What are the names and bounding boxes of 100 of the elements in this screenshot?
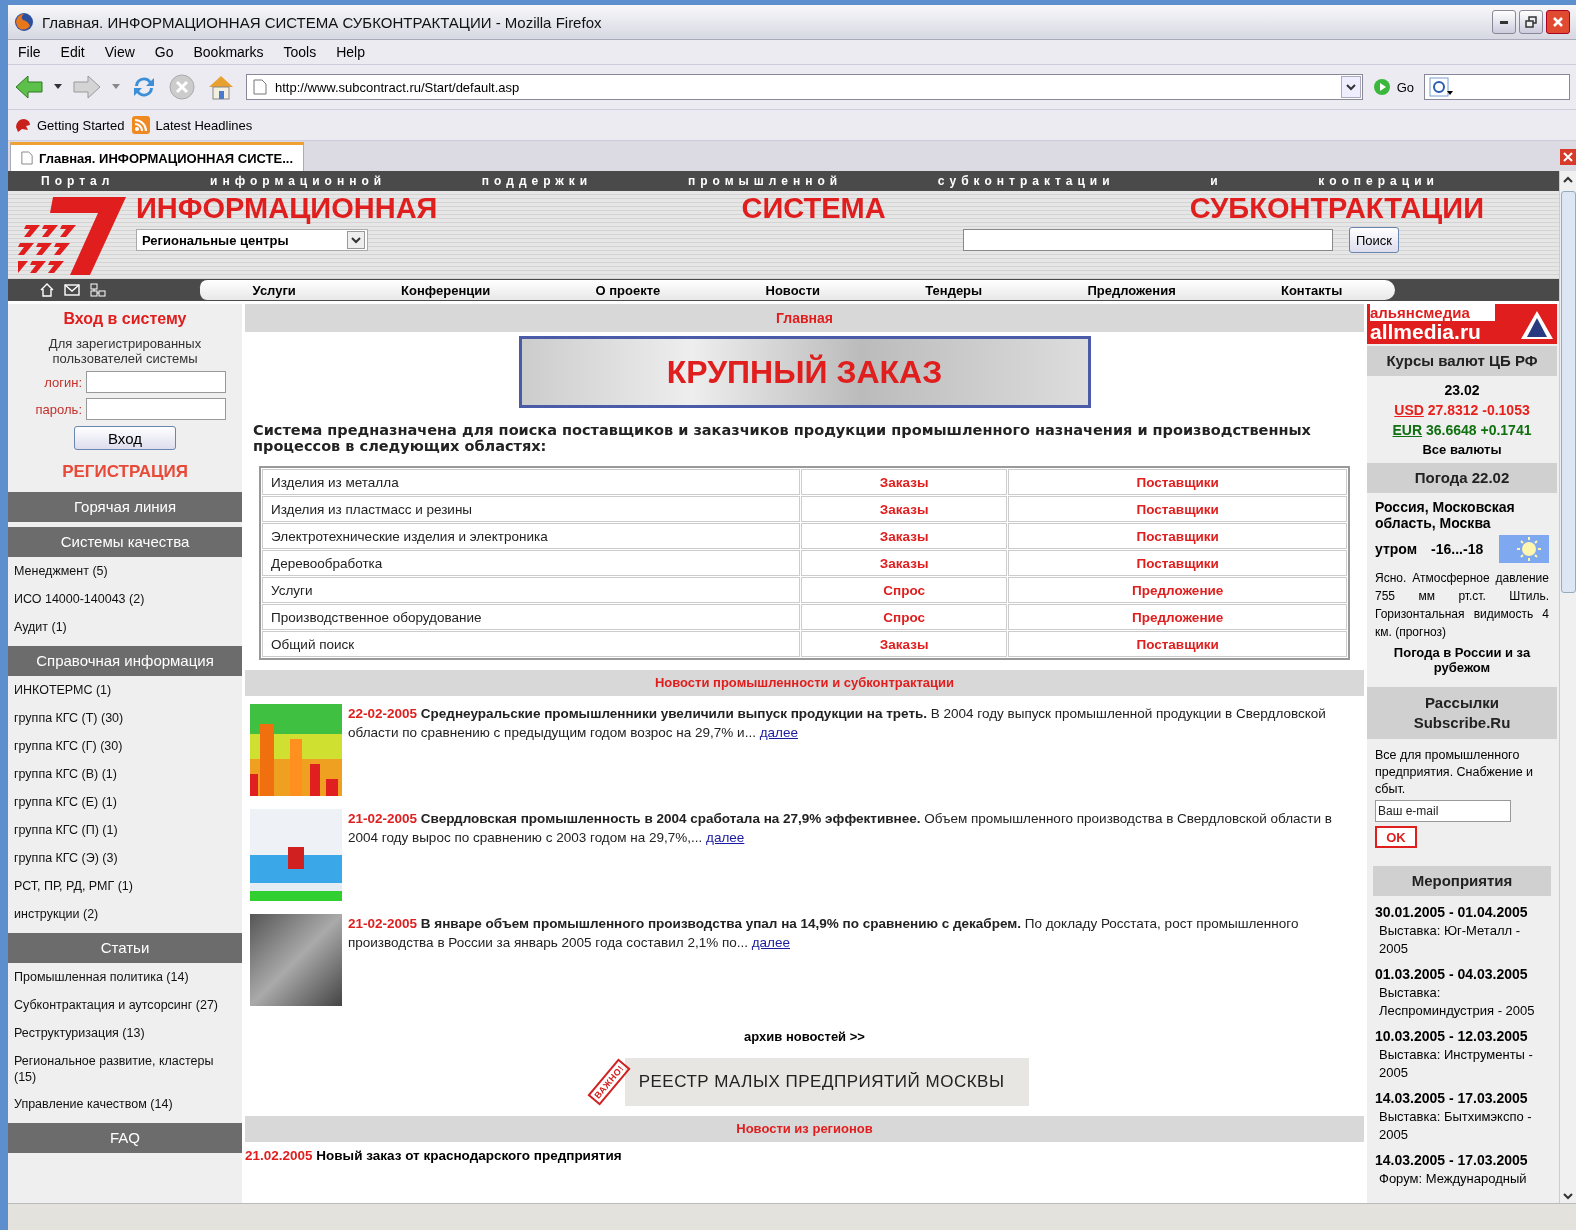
sidebar-link[interactable]: группа КГС (П) (1) — [8, 816, 242, 844]
scroll-thumb[interactable] — [1560, 191, 1576, 593]
sidebar-heading[interactable]: Статьи — [8, 933, 242, 963]
table-cell: Услуги — [262, 577, 800, 603]
table-link[interactable]: Заказы — [801, 496, 1008, 522]
forward-arrow-icon[interactable] — [72, 74, 102, 100]
nav-link[interactable]: Конференции — [401, 282, 491, 298]
event-text[interactable]: Выставка: Юг-Металл - 2005 — [1367, 920, 1557, 964]
menu-item[interactable]: Help — [336, 44, 365, 60]
region-select[interactable]: Региональные центры — [136, 229, 368, 251]
panel-heading: Курсы валют ЦБ РФ — [1367, 346, 1557, 376]
menu-item[interactable]: Edit — [60, 44, 85, 60]
weather-link[interactable]: Погода в России и за рубежом — [1375, 645, 1549, 675]
dropdown-button[interactable] — [1340, 76, 1361, 98]
menu-item[interactable]: View — [104, 44, 135, 60]
currency-rate[interactable]: EUR 36.6648 +0.1741 — [1367, 422, 1557, 438]
sidebar-link[interactable]: группа КГС (Г) (30) — [8, 732, 242, 760]
sidebar-link[interactable]: ИСО 14000-140043 (2) — [8, 585, 242, 613]
restore-button[interactable] — [1519, 10, 1543, 34]
tagline-word: информационной — [210, 174, 387, 188]
sidebar-link[interactable]: РСТ, ПР, РД, РМГ (1) — [8, 872, 242, 900]
sidebar-heading[interactable]: Справочная информация — [8, 646, 242, 676]
close-icon — [1552, 16, 1564, 28]
sidebar-heading[interactable]: Горячая линия — [8, 492, 242, 522]
search-button[interactable]: Поиск — [1348, 227, 1399, 253]
sidebar-link[interactable]: инструкции (2) — [8, 900, 242, 928]
login-button[interactable]: Вход — [74, 426, 176, 450]
table-link[interactable]: Спрос — [801, 577, 1008, 603]
table-link[interactable]: Заказы — [801, 631, 1008, 657]
sitemap-icon[interactable] — [90, 283, 106, 297]
event-text[interactable]: Выставка: Леспроминдустрия - 2005 — [1367, 982, 1557, 1026]
minimize-button[interactable] — [1492, 10, 1516, 34]
table-link[interactable]: Предложение — [1008, 604, 1347, 630]
back-arrow-icon[interactable] — [14, 74, 44, 100]
bookmark-link[interactable]: Latest Headlines — [132, 116, 253, 134]
search-field[interactable] — [1424, 74, 1570, 100]
table-link[interactable]: Заказы — [801, 523, 1008, 549]
caret-icon[interactable] — [54, 84, 62, 90]
table-link[interactable]: Предложение — [1008, 577, 1347, 603]
menu-item[interactable]: Tools — [283, 44, 317, 60]
sidebar-link[interactable]: Субконтрактация и аутсорсинг (27) — [8, 991, 242, 1019]
email-field[interactable]: Ваш e-mail — [1375, 800, 1511, 822]
stop-icon[interactable] — [168, 73, 196, 101]
weather-time: утром — [1375, 541, 1418, 557]
sidebar-link[interactable]: Аудит (1) — [8, 613, 242, 641]
password-field[interactable] — [86, 398, 226, 420]
nav-link[interactable]: О проекте — [595, 282, 661, 298]
sidebar-link[interactable]: группа КГС (Э) (3) — [8, 844, 242, 872]
sidebar-heading[interactable]: FAQ — [8, 1123, 242, 1153]
banner-ad[interactable]: КРУПНЫЙ ЗАКАЗ — [518, 336, 1091, 408]
sidebar-link[interactable]: Управление качеством (14) — [8, 1090, 242, 1118]
go-button[interactable]: Go — [1372, 78, 1414, 96]
region-news-item[interactable]: 21.02.2005 Новый заказ от краснодарского предприятия — [245, 1148, 1364, 1163]
event-text[interactable]: Выставка: Инструменты - 2005 — [1367, 1044, 1557, 1088]
more-link[interactable]: далее — [706, 830, 745, 845]
ok-button[interactable]: OK — [1375, 826, 1417, 848]
bookmark-link[interactable]: Getting Started — [14, 117, 125, 133]
menu-item[interactable]: Bookmarks — [193, 44, 264, 60]
sidebar-link[interactable]: ИНКОТЕРМС (1) — [8, 676, 242, 704]
table-link[interactable]: Поставщики — [1008, 550, 1347, 576]
scrollbar[interactable] — [1559, 171, 1576, 1203]
table-link[interactable]: Заказы — [801, 550, 1008, 576]
more-link[interactable]: далее — [751, 935, 790, 950]
more-link[interactable]: далее — [759, 725, 798, 740]
allmedia-logo[interactable]: альянсмедиа allmedia.ru — [1367, 304, 1557, 344]
sidebar-link[interactable]: Менеджмент (5) — [8, 557, 242, 585]
archive-link[interactable]: архив новостей >> — [245, 1029, 1364, 1044]
menu-item[interactable]: Go — [154, 44, 174, 60]
close-button[interactable] — [1546, 10, 1570, 34]
sidebar-heading[interactable]: Системы качества — [8, 527, 242, 557]
sidebar-link[interactable]: группа КГС (В) (1) — [8, 760, 242, 788]
event-text[interactable]: Форум: Международный — [1367, 1168, 1557, 1194]
table-link[interactable]: Поставщики — [1008, 469, 1347, 495]
nav-link[interactable]: Услуги — [252, 282, 296, 298]
mail-icon[interactable] — [64, 284, 80, 296]
site-search-field[interactable] — [962, 229, 1333, 251]
nav-link[interactable]: Тендеры — [925, 282, 983, 298]
login-field[interactable] — [86, 371, 226, 393]
all-rates-link[interactable]: Все валюты — [1367, 442, 1557, 457]
sidebar-link[interactable]: Региональное развитие, кластеры (15) — [8, 1047, 242, 1090]
event-text[interactable]: Выставка: Бытхимэкспо - 2005 — [1367, 1106, 1557, 1150]
sidebar-link[interactable]: Промышленная политика (14) — [8, 963, 242, 991]
home-icon[interactable] — [40, 283, 54, 297]
table-link[interactable]: Спрос — [801, 604, 1008, 630]
table-link[interactable]: Поставщики — [1008, 496, 1347, 522]
close-tab-button[interactable] — [1560, 149, 1576, 165]
caret-icon — [351, 236, 361, 244]
nav-link[interactable]: Предложения — [1087, 282, 1176, 298]
browser-tab[interactable]: Главная. ИНФОРМАЦИОННАЯ СИСТЕ... — [10, 142, 305, 171]
sidebar-link[interactable]: Реструктуризация (13) — [8, 1019, 242, 1047]
menu-item[interactable]: File — [18, 44, 41, 60]
currency-rate[interactable]: USD 27.8312 -0.1053 — [1367, 402, 1557, 418]
table-link[interactable]: Заказы — [801, 469, 1008, 495]
table-link[interactable]: Поставщики — [1008, 631, 1347, 657]
sidebar-link[interactable]: группа КГС (Т) (30) — [8, 704, 242, 732]
address-field[interactable]: http://www.subcontract.ru/Start/default.asp — [246, 74, 1363, 100]
nav-link[interactable]: Контакты — [1280, 282, 1343, 298]
table-link[interactable]: Поставщики — [1008, 523, 1347, 549]
sidebar-link[interactable]: группа КГС (Е) (1) — [8, 788, 242, 816]
nav-link[interactable]: Новости — [765, 282, 821, 298]
